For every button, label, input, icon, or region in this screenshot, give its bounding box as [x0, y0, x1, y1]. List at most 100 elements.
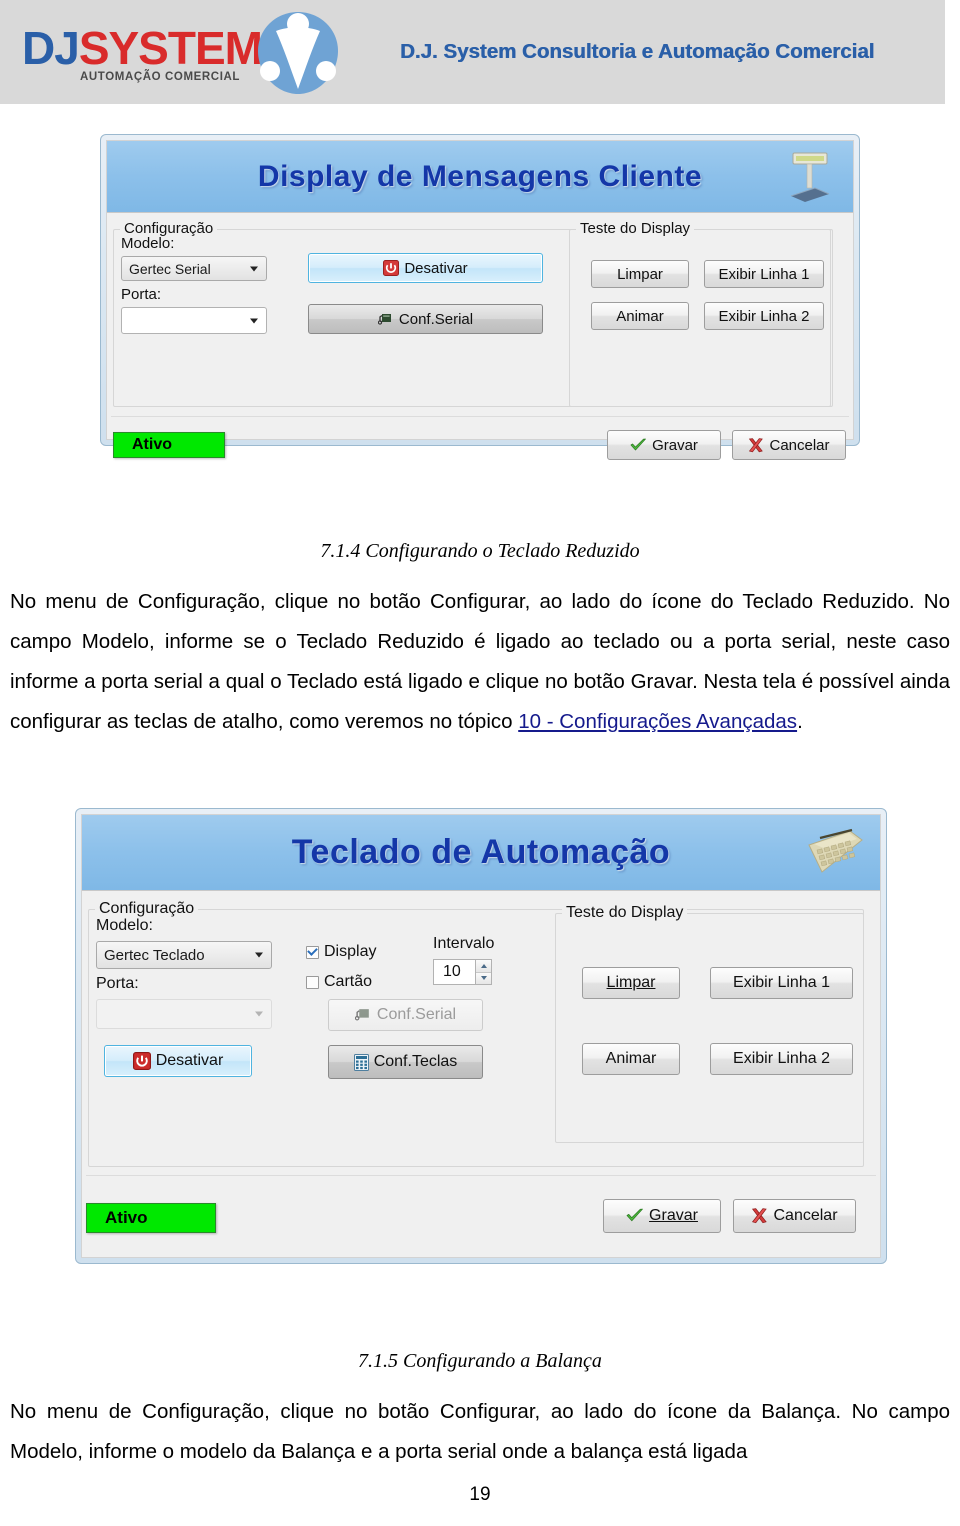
dialog2-title: Teclado de Automação — [291, 833, 671, 871]
clear-button-2-label: Limpar — [606, 974, 656, 991]
automation-keyboard-dialog: Teclado de Automação Configuração Modelo… — [75, 808, 887, 1264]
interval-value: 10 — [433, 959, 475, 985]
serial-config-button-label: Conf.Serial — [398, 310, 474, 328]
status-badge: Ativo — [113, 432, 225, 458]
display-checkbox[interactable]: Display — [306, 943, 376, 961]
serial-port-plug-icon — [377, 313, 391, 325]
advanced-config-link[interactable]: 10 - Configurações Avançadas — [518, 710, 797, 733]
show-line1-button-2-label: Exibir Linha 1 — [733, 974, 830, 991]
card-checkbox[interactable]: Cartão — [306, 973, 372, 991]
check-mark-icon — [626, 1208, 643, 1222]
dialog2-body: Configuração Modelo: Gertec Teclado Port… — [82, 891, 880, 1257]
clear-button-2[interactable]: Limpar — [582, 967, 680, 999]
config-group-2-legend: Configuração — [95, 900, 199, 918]
chevron-down-icon — [255, 952, 263, 958]
keypad-icon — [353, 1053, 369, 1071]
check-mark-icon — [630, 438, 646, 450]
save-button-2[interactable]: Gravar — [603, 1199, 721, 1233]
power-icon — [383, 260, 400, 276]
animate-button[interactable]: Animar — [591, 302, 689, 330]
deactivate-button-2-label: Desativar — [155, 1052, 224, 1069]
serial-config-button-2[interactable]: Conf.Serial — [328, 999, 483, 1031]
logo-wordmark: DJSYSTEM AUTOMAÇÃO COMERCIAL — [22, 22, 263, 84]
page-header-banner: DJSYSTEM AUTOMAÇÃO COMERCIAL D.J. System… — [0, 0, 945, 104]
cancel-button-2-label: Cancelar — [773, 1207, 838, 1224]
save-button-label: Gravar — [652, 436, 698, 454]
deactivate-button-2[interactable]: Desativar — [104, 1045, 252, 1077]
save-button[interactable]: Gravar — [607, 430, 721, 460]
dialog-title-banner: Display de Mensagens Cliente — [107, 141, 853, 213]
cancel-button[interactable]: Cancelar — [732, 430, 846, 460]
model-label: Modelo: — [121, 235, 175, 252]
section-heading-714: 7.1.4 Configurando o Teclado Reduzido — [320, 540, 640, 562]
chevron-down-icon — [255, 1011, 263, 1017]
show-line2-button-2-label: Exibir Linha 2 — [733, 1050, 830, 1067]
company-title: D.J. System Consultoria e Automação Come… — [400, 40, 875, 63]
display-checkbox-box — [306, 945, 319, 959]
page-number: 19 — [469, 1484, 491, 1505]
display-test-group-2-legend: Teste do Display — [562, 904, 688, 922]
spinner-down-icon[interactable] — [476, 972, 491, 984]
paragraph-text-part2: . — [797, 710, 803, 733]
logo-dj-text: DJ — [22, 22, 80, 74]
footer-divider — [111, 416, 849, 417]
logo-system-text: SYSTEM — [78, 22, 263, 74]
dialog2-title-banner: Teclado de Automação — [82, 815, 880, 891]
power-icon — [132, 1052, 151, 1070]
show-line1-button-label: Exibir Linha 1 — [718, 265, 810, 283]
serial-config-button-2-label: Conf.Serial — [376, 1006, 457, 1023]
animate-button-2-label: Animar — [605, 1050, 657, 1067]
show-line2-button-label: Exibir Linha 2 — [718, 307, 810, 325]
deactivate-button-label: Desativar — [404, 259, 468, 277]
model-label-2: Modelo: — [96, 917, 153, 934]
deactivate-button[interactable]: Desativar — [308, 253, 543, 283]
cancel-button-2[interactable]: Cancelar — [733, 1199, 856, 1233]
port-label-2: Porta: — [96, 975, 139, 992]
programmable-keyboard-icon — [808, 828, 863, 873]
chevron-down-icon — [250, 318, 258, 323]
chevron-down-icon — [250, 266, 258, 271]
red-x-icon — [749, 437, 764, 452]
section-paragraph-714: No menu de Configuração, clique no botão… — [10, 582, 950, 742]
serial-port-plug-icon — [354, 1009, 369, 1021]
logo-tagline: AUTOMAÇÃO COMERCIAL — [80, 71, 241, 83]
model-combobox-2-value: Gertec Teclado — [104, 946, 205, 964]
interval-label: Intervalo — [433, 935, 495, 952]
footer-divider-2 — [86, 1175, 876, 1176]
display-messages-dialog: Display de Mensagens Cliente Configuraçã… — [100, 134, 860, 460]
section-heading-715: 7.1.5 Configurando a Balança — [358, 1350, 602, 1372]
paragraph-text-part1: No menu de Configuração, clique no botão… — [10, 590, 950, 733]
display-test-group-legend: Teste do Display — [576, 220, 695, 237]
model-combobox[interactable]: Gertec Serial — [121, 256, 267, 281]
model-combobox-value: Gertec Serial — [129, 260, 211, 277]
display-test-group-2: Teste do Display — [555, 904, 864, 1143]
serial-config-button[interactable]: Conf.Serial — [308, 304, 543, 334]
interval-spinner-buttons[interactable] — [475, 959, 492, 985]
port-combobox[interactable] — [121, 307, 267, 334]
status-badge-label: Ativo — [132, 436, 172, 453]
show-line2-button-2[interactable]: Exibir Linha 2 — [710, 1043, 853, 1075]
model-combobox-2[interactable]: Gertec Teclado — [96, 941, 272, 969]
section-paragraph-715: No menu de Configuração, clique no botão… — [10, 1400, 950, 1463]
keys-config-button[interactable]: Conf.Teclas — [328, 1045, 483, 1079]
customer-display-pole-icon — [790, 152, 830, 202]
keys-config-button-label: Conf.Teclas — [373, 1053, 458, 1070]
card-checkbox-box — [306, 975, 319, 989]
people-circle-logo-icon — [258, 12, 338, 94]
dialog-title: Display de Mensagens Cliente — [257, 159, 703, 193]
interval-spinner[interactable]: 10 — [433, 959, 492, 985]
clear-button[interactable]: Limpar — [591, 260, 689, 288]
save-button-2-label: Gravar — [649, 1207, 698, 1224]
clear-button-label: Limpar — [617, 265, 663, 283]
port-combobox-2[interactable] — [96, 999, 272, 1029]
port-label: Porta: — [121, 286, 162, 303]
status-badge-2: Ativo — [86, 1203, 216, 1233]
spinner-up-icon[interactable] — [476, 960, 491, 973]
show-line2-button[interactable]: Exibir Linha 2 — [704, 302, 824, 330]
dialog-body: Configuração Modelo: Gertec Serial Porta… — [107, 213, 853, 460]
status-badge-2-label: Ativo — [105, 1208, 148, 1227]
animate-button-2[interactable]: Animar — [582, 1043, 680, 1075]
red-x-icon — [752, 1208, 768, 1224]
show-line1-button-2[interactable]: Exibir Linha 1 — [710, 967, 853, 999]
show-line1-button[interactable]: Exibir Linha 1 — [704, 260, 824, 288]
